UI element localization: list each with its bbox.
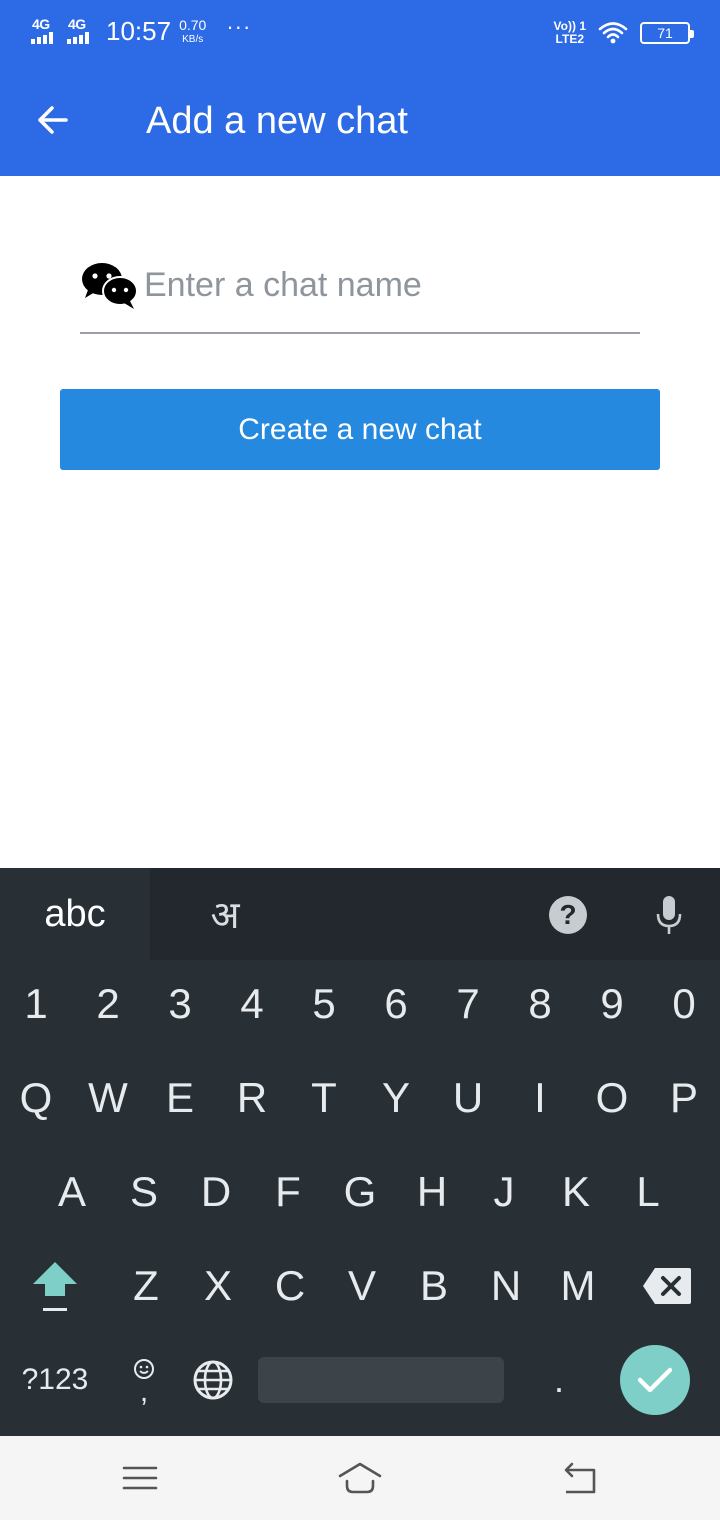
key-m[interactable]: M — [542, 1244, 614, 1328]
shift-key[interactable] — [0, 1244, 110, 1328]
battery-icon: 71 — [640, 22, 694, 44]
key-4[interactable]: 4 — [216, 962, 288, 1046]
key-6[interactable]: 6 — [360, 962, 432, 1046]
key-e[interactable]: E — [144, 1056, 216, 1140]
key-w[interactable]: W — [72, 1056, 144, 1140]
key-l[interactable]: L — [612, 1150, 684, 1234]
menu-icon[interactable] — [118, 1456, 162, 1500]
keyboard-toolbar: abc अ ? — [0, 868, 720, 960]
key-h[interactable]: H — [396, 1150, 468, 1234]
key-t[interactable]: T — [288, 1056, 360, 1140]
key-1[interactable]: 1 — [0, 962, 72, 1046]
key-v[interactable]: V — [326, 1244, 398, 1328]
key-p[interactable]: P — [648, 1056, 720, 1140]
network-speed-value: 0.70 — [179, 16, 207, 33]
key-f[interactable]: F — [252, 1150, 324, 1234]
key-c[interactable]: C — [254, 1244, 326, 1328]
backspace-icon — [643, 1268, 691, 1304]
status-left: 4G 4G 10:57 0.70 KB/s ··· — [30, 14, 251, 48]
space-key[interactable] — [258, 1357, 504, 1403]
network-type-2: 4G — [68, 16, 86, 32]
globe-icon — [193, 1360, 233, 1400]
key-s[interactable]: S — [108, 1150, 180, 1234]
emoji-comma-key[interactable]: , — [110, 1338, 178, 1422]
battery-level: 71 — [657, 25, 673, 41]
key-u[interactable]: U — [432, 1056, 504, 1140]
back-nav-icon[interactable] — [556, 1456, 600, 1500]
network-speed: 0.70 KB/s — [179, 18, 206, 45]
clock: 10:57 — [106, 15, 172, 46]
key-r[interactable]: R — [216, 1056, 288, 1140]
language-key[interactable] — [178, 1338, 248, 1422]
key-9[interactable]: 9 — [576, 962, 648, 1046]
keyboard-row-numbers: 1 2 3 4 5 6 7 8 9 0 — [0, 962, 720, 1046]
key-i[interactable]: I — [504, 1056, 576, 1140]
done-key[interactable] — [620, 1345, 690, 1415]
create-chat-button[interactable]: Create a new chat — [60, 389, 660, 470]
app-bar: Add a new chat — [0, 66, 720, 176]
checkmark-icon — [637, 1367, 673, 1393]
status-right: Vo)) 1 LTE2 71 — [554, 16, 694, 50]
arrow-left-icon[interactable] — [32, 100, 72, 140]
home-icon[interactable] — [338, 1456, 382, 1500]
key-x[interactable]: X — [182, 1244, 254, 1328]
key-b[interactable]: B — [398, 1244, 470, 1328]
symbols-key[interactable]: ?123 — [0, 1338, 110, 1422]
key-5[interactable]: 5 — [288, 962, 360, 1046]
system-nav-bar — [0, 1436, 720, 1520]
key-k[interactable]: K — [540, 1150, 612, 1234]
key-n[interactable]: N — [470, 1244, 542, 1328]
top-bar: 4G 4G 10:57 0.70 KB/s ··· Vo)) 1 LTE2 71… — [0, 0, 720, 176]
chat-name-field[interactable] — [80, 256, 640, 334]
wechat-icon — [82, 263, 138, 309]
page-title: Add a new chat — [146, 100, 408, 142]
status-bar: 4G 4G 10:57 0.70 KB/s ··· Vo)) 1 LTE2 71 — [0, 0, 720, 66]
key-q[interactable]: Q — [0, 1056, 72, 1140]
key-g[interactable]: G — [324, 1150, 396, 1234]
shift-arrow-icon — [33, 1262, 77, 1311]
microphone-icon[interactable] — [652, 894, 686, 936]
key-3[interactable]: 3 — [144, 962, 216, 1046]
key-a[interactable]: A — [36, 1150, 108, 1234]
key-z[interactable]: Z — [110, 1244, 182, 1328]
key-y[interactable]: Y — [360, 1056, 432, 1140]
key-8[interactable]: 8 — [504, 962, 576, 1046]
volte-indicator: Vo)) 1 LTE2 — [554, 19, 586, 46]
key-2[interactable]: 2 — [72, 962, 144, 1046]
network-speed-unit: KB/s — [182, 33, 204, 45]
backspace-key[interactable] — [614, 1244, 720, 1328]
keyboard-row-zxcv: Z X C V B N M — [0, 1244, 720, 1328]
wifi-icon — [598, 22, 628, 44]
key-0[interactable]: 0 — [648, 962, 720, 1046]
period-key[interactable]: . — [514, 1338, 604, 1422]
keyboard-row-asdf: A S D F G H J K L — [0, 1150, 720, 1234]
key-d[interactable]: D — [180, 1150, 252, 1234]
comma-label: , — [139, 1375, 149, 1408]
chat-name-input[interactable] — [144, 262, 634, 308]
help-icon[interactable]: ? — [549, 896, 587, 934]
more-notifications-icon: ··· — [226, 14, 252, 39]
key-o[interactable]: O — [576, 1056, 648, 1140]
keyboard-tab-hindi[interactable]: अ — [150, 868, 300, 960]
network-type: 4G — [32, 16, 50, 32]
volte-bottom: LTE2 — [555, 32, 584, 46]
signal-4g-icon: 4G — [30, 16, 60, 46]
key-7[interactable]: 7 — [432, 962, 504, 1046]
soft-keyboard: abc अ ? 1 2 3 4 5 6 7 8 9 0 Q W E R T Y … — [0, 868, 720, 1436]
keyboard-row-bottom: ?123 , . — [0, 1338, 720, 1422]
keyboard-tab-abc[interactable]: abc — [0, 868, 150, 960]
keyboard-row-qwerty: Q W E R T Y U I O P — [0, 1056, 720, 1140]
signal-4g-icon-2: 4G — [66, 16, 96, 46]
key-j[interactable]: J — [468, 1150, 540, 1234]
